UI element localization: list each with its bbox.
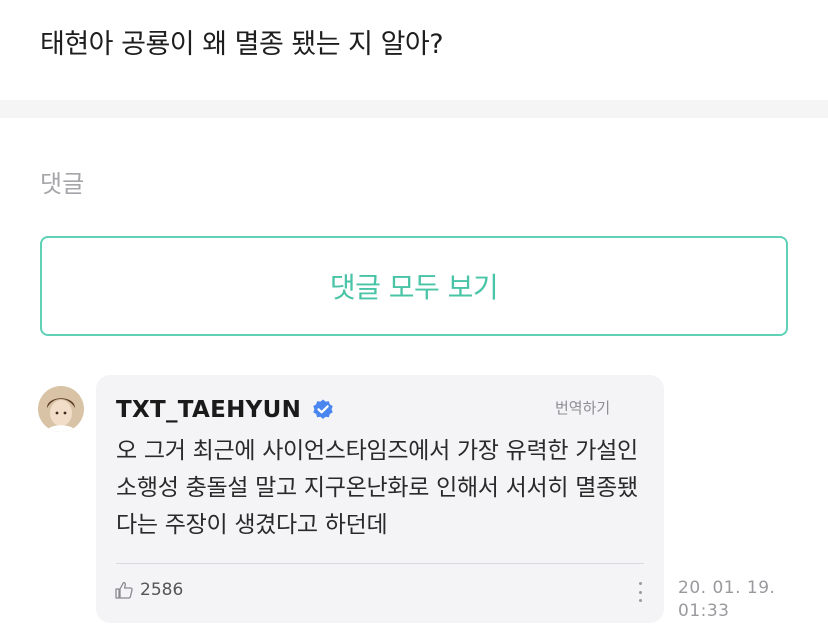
translate-button[interactable]: 번역하기 bbox=[555, 397, 610, 418]
author-avatar[interactable] bbox=[38, 386, 84, 432]
reply-divider bbox=[116, 563, 644, 564]
like-count: 2586 bbox=[140, 580, 184, 600]
post-text: 태현아 공룡이 왜 멸종 됐는 지 알아? bbox=[40, 29, 444, 60]
reply-timestamp: 20. 01. 19. 01:33 bbox=[678, 577, 775, 623]
reply-text: 오 그거 최근에 사이언스타임즈에서 가장 유력한 가설인 소행성 충돌설 말고… bbox=[116, 438, 638, 538]
author-name[interactable]: TXT_TAEHYUN bbox=[116, 397, 301, 423]
view-all-comments-button[interactable]: 댓글 모두 보기 bbox=[40, 236, 788, 336]
like-button[interactable]: 2586 bbox=[114, 580, 183, 600]
section-divider bbox=[0, 100, 828, 118]
reply-date: 20. 01. 19. bbox=[678, 578, 776, 598]
reply-bubble: TXT_TAEHYUN 번역하기 오 그거 최근에 사이언스타임즈에서 가장 유… bbox=[96, 375, 664, 623]
author-row: TXT_TAEHYUN bbox=[116, 397, 335, 423]
reply-time: 01:33 bbox=[678, 601, 730, 621]
verified-badge-icon bbox=[311, 398, 335, 422]
comments-label: 댓글 bbox=[40, 170, 85, 198]
post-screen: 태현아 공룡이 왜 멸종 됐는 지 알아? 댓글 댓글 모두 보기 TXT_TA… bbox=[0, 0, 828, 640]
more-vertical-icon[interactable] bbox=[636, 582, 644, 602]
thumbs-up-icon bbox=[114, 580, 134, 600]
